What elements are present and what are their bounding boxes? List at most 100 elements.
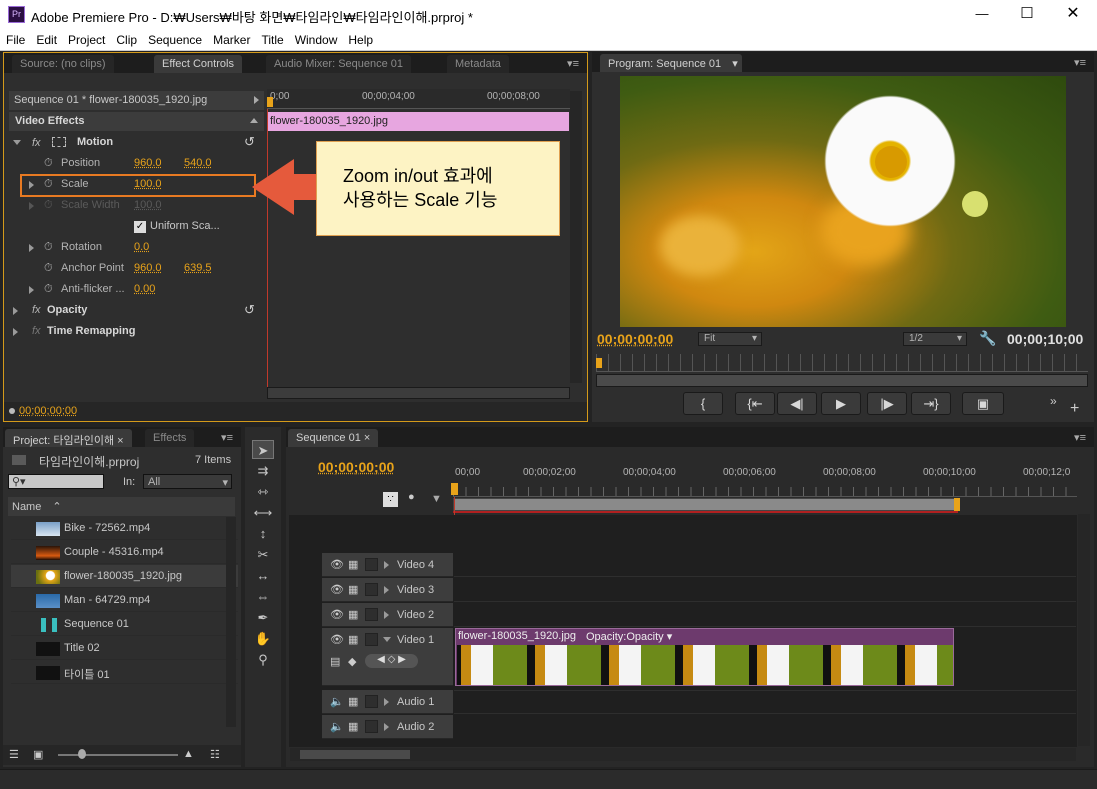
resolution-dropdown[interactable]: 1/2 ▾ — [903, 332, 967, 346]
keyframe-navigator[interactable]: ◀ ◇ ▶ — [365, 654, 418, 668]
speaker-icon[interactable]: 🔈 — [330, 695, 344, 708]
zoom-slider[interactable] — [58, 754, 178, 756]
anchor-x-value[interactable]: 960.0 — [134, 262, 162, 274]
maximize-button[interactable]: ☐ — [1012, 4, 1042, 22]
close-tab-icon[interactable]: × — [364, 432, 370, 444]
track-header-audio1[interactable]: 🔈 ▦ Audio 1 — [322, 690, 453, 714]
expand-icon[interactable] — [29, 181, 34, 189]
position-x-value[interactable]: 960.0 — [134, 157, 162, 169]
step-back-button[interactable]: ◀| — [777, 392, 817, 415]
track-header-video3[interactable]: 👁 ▦ Video 3 — [322, 578, 453, 602]
panel-menu-icon[interactable]: ▾≡ — [1074, 431, 1086, 444]
in-dropdown[interactable]: All ▾ — [143, 474, 232, 489]
eye-icon[interactable]: 👁 — [330, 608, 344, 621]
pen-tool-icon[interactable]: ✒ — [252, 608, 274, 627]
program-dropdown-icon[interactable]: ▾ — [732, 58, 738, 70]
time-remapping-row[interactable]: fx Time Remapping — [4, 322, 264, 343]
lock-icon[interactable]: ▦ — [348, 720, 358, 733]
expand-icon[interactable] — [13, 307, 18, 315]
fit-dropdown[interactable]: Fit ▾ — [698, 332, 762, 346]
sync-lock-box[interactable] — [365, 633, 378, 646]
track-header-audio2[interactable]: 🔈 ▦ Audio 2 — [322, 715, 453, 739]
tab-audio-mixer[interactable]: Audio Mixer: Sequence 01 — [266, 55, 412, 73]
lock-icon[interactable]: ▦ — [348, 583, 358, 596]
list-view-icon[interactable]: ☰ — [9, 748, 19, 761]
program-timecode-left[interactable]: 00;00;00;00 — [597, 331, 673, 347]
go-to-out-button[interactable]: ⇥} — [911, 392, 951, 415]
program-playhead-icon[interactable] — [596, 358, 602, 368]
stopwatch-icon[interactable]: ⏱ — [44, 262, 53, 275]
lock-icon[interactable]: ▦ — [348, 558, 358, 571]
stopwatch-icon[interactable]: ⏱ — [44, 283, 53, 296]
ec-clip-arrow-icon[interactable] — [254, 96, 259, 104]
anti-flicker-value[interactable]: 0.00 — [134, 283, 155, 295]
rate-stretch-tool-icon[interactable]: ↕ — [252, 524, 274, 543]
stopwatch-icon[interactable]: ⏱ — [44, 241, 53, 254]
timeline-horizontal-scrollbar[interactable] — [290, 748, 1076, 761]
timeline-clip[interactable]: flower-180035_1920.jpg Opacity:Opacity ▾ — [455, 628, 954, 686]
program-zoom-bar[interactable] — [596, 374, 1088, 387]
speaker-icon[interactable]: 🔈 — [330, 720, 344, 733]
clip-fx-dropdown[interactable]: Opacity:Opacity ▾ — [586, 630, 672, 643]
ripple-edit-tool-icon[interactable]: ⇿ — [252, 482, 274, 501]
ec-playhead-icon[interactable] — [267, 97, 273, 107]
more-controls-icon[interactable]: » — [1050, 394, 1057, 408]
eye-icon[interactable]: 👁 — [330, 633, 344, 646]
anchor-y-value[interactable]: 639.5 — [184, 262, 212, 274]
expand-icon[interactable] — [29, 244, 34, 252]
motion-row[interactable]: fx Motion ↺ — [4, 133, 264, 154]
tab-source[interactable]: Source: (no clips) — [12, 55, 114, 73]
project-item[interactable]: Man - 64729.mp4 — [11, 589, 238, 612]
timeline-work-area-bar[interactable] — [453, 498, 958, 511]
project-item[interactable]: 타이틀 01 — [11, 661, 238, 684]
track-header-video1[interactable]: 👁 ▦ Video 1 ▤ ◆ ◀ ◇ ▶ — [322, 628, 453, 686]
reset-icon[interactable]: ↺ — [244, 134, 255, 150]
collapse-icon[interactable] — [383, 637, 391, 642]
expand-icon[interactable] — [384, 586, 389, 594]
display-style-icon[interactable]: ▤ — [330, 655, 340, 668]
eye-icon[interactable]: 👁 — [330, 558, 344, 571]
keyframe-icon[interactable]: ◆ — [348, 655, 356, 668]
project-item-selected[interactable]: flower-180035_1920.jpg — [11, 565, 238, 588]
go-to-in-button[interactable]: {⇤ — [735, 392, 775, 415]
tab-sequence[interactable]: Sequence 01 × — [288, 429, 379, 447]
rolling-edit-tool-icon[interactable]: ⟷ — [252, 503, 274, 522]
menu-help[interactable]: Help — [342, 30, 378, 47]
slider-handle-icon[interactable] — [78, 749, 86, 759]
expand-icon[interactable] — [384, 723, 389, 731]
project-item[interactable]: Sequence 01 — [11, 613, 238, 636]
ec-timecode[interactable]: 00;00;00;00 — [19, 405, 77, 417]
tab-effect-controls[interactable]: Effect Controls — [154, 55, 242, 73]
uniform-scale-checkbox[interactable]: ✓ — [134, 221, 146, 233]
tab-project[interactable]: Project: 타임라인이해 × — [5, 429, 132, 447]
menu-title[interactable]: Title — [255, 30, 288, 47]
timeline-playhead-icon[interactable] — [451, 483, 458, 495]
wrench-icon[interactable]: 🔧 — [979, 330, 996, 347]
timeline-timecode[interactable]: 00;00;00;00 — [318, 459, 394, 475]
project-item[interactable]: Title 02 — [11, 637, 238, 660]
project-scrollbar[interactable] — [226, 517, 236, 727]
tab-program[interactable]: Program: Sequence 01 ▾ — [600, 54, 742, 72]
lock-icon[interactable]: ▦ — [348, 608, 358, 621]
lock-icon[interactable]: ▦ — [348, 695, 358, 708]
snap-icon[interactable]: ∵ — [383, 492, 398, 507]
project-item[interactable]: Couple - 45316.mp4 — [11, 541, 238, 564]
ec-horizontal-scrollbar[interactable] — [267, 387, 570, 399]
expand-icon[interactable] — [13, 328, 18, 336]
mark-in-button[interactable]: { — [683, 392, 723, 415]
program-ruler[interactable] — [596, 354, 1088, 372]
stopwatch-icon[interactable]: ⏱ — [44, 178, 53, 191]
name-column-header[interactable]: Name ⌃ — [8, 497, 235, 516]
sync-lock-box[interactable] — [365, 608, 378, 621]
stopwatch-icon[interactable]: ⏱ — [44, 157, 53, 170]
expand-icon[interactable] — [384, 698, 389, 706]
lock-icon[interactable]: ▦ — [348, 633, 358, 646]
menu-sequence[interactable]: Sequence — [142, 30, 207, 47]
project-item[interactable]: Bike - 72562.mp4 — [11, 517, 238, 540]
scale-value[interactable]: 100.0 — [134, 178, 162, 190]
minimize-button[interactable]: — — [967, 6, 997, 21]
menu-project[interactable]: Project — [62, 30, 110, 47]
sync-lock-box[interactable] — [365, 583, 378, 596]
expand-icon[interactable] — [29, 286, 34, 294]
sync-lock-box[interactable] — [365, 720, 378, 733]
